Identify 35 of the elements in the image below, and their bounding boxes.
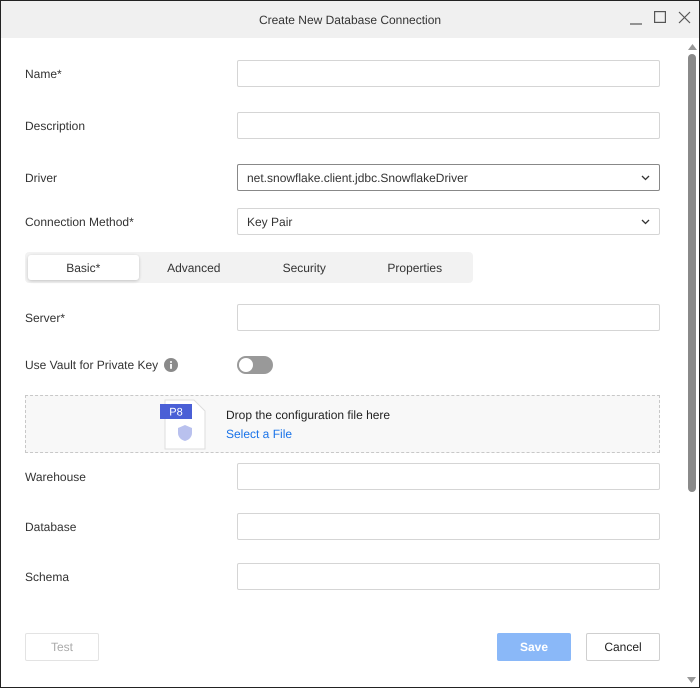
text-field[interactable] (237, 112, 660, 139)
dropdown-field[interactable]: net.snowflake.client.jdbc.SnowflakeDriver (237, 164, 660, 191)
maximize-icon[interactable] (654, 11, 666, 23)
text-field[interactable] (237, 304, 660, 331)
file-drop-zone[interactable]: P8 Drop the configuration file here Select a File (25, 395, 660, 453)
field-label: Name* (25, 66, 63, 80)
field-label: Use Vault for Private Key (25, 358, 158, 372)
text-field[interactable] (237, 563, 660, 590)
field-label: Database (25, 520, 78, 534)
tab[interactable]: Advanced (138, 255, 249, 280)
text-field[interactable] (237, 60, 660, 87)
field-label: Description (25, 118, 86, 132)
toggle-switch[interactable] (237, 356, 273, 374)
chevron-down-icon (641, 218, 650, 224)
select-file-link[interactable]: Select a File (226, 426, 390, 440)
text-field[interactable] (237, 513, 660, 540)
close-icon[interactable] (678, 11, 691, 24)
tab[interactable]: Properties (360, 255, 470, 280)
drop-instruction: Drop the configuration file here (226, 408, 390, 422)
tab[interactable]: Basic* (28, 255, 138, 280)
window-title: Create New Database Connection (258, 12, 442, 26)
scroll-up-icon[interactable] (688, 44, 696, 50)
tab[interactable]: Security (249, 255, 360, 280)
cancel-button[interactable]: Cancel (586, 633, 660, 661)
field-label: Connection Method* (25, 214, 135, 228)
text-field[interactable] (237, 463, 660, 490)
field-label: Schema (25, 570, 70, 584)
info-icon[interactable] (164, 358, 178, 372)
field-label: Driver (25, 170, 58, 184)
field-label: Warehouse (25, 470, 87, 484)
field-label: Server* (25, 310, 66, 324)
dropdown-field[interactable]: Key Pair (237, 208, 660, 235)
scrollbar-thumb[interactable] (688, 54, 696, 492)
chevron-down-icon (641, 174, 650, 180)
scroll-down-icon[interactable] (687, 677, 696, 683)
